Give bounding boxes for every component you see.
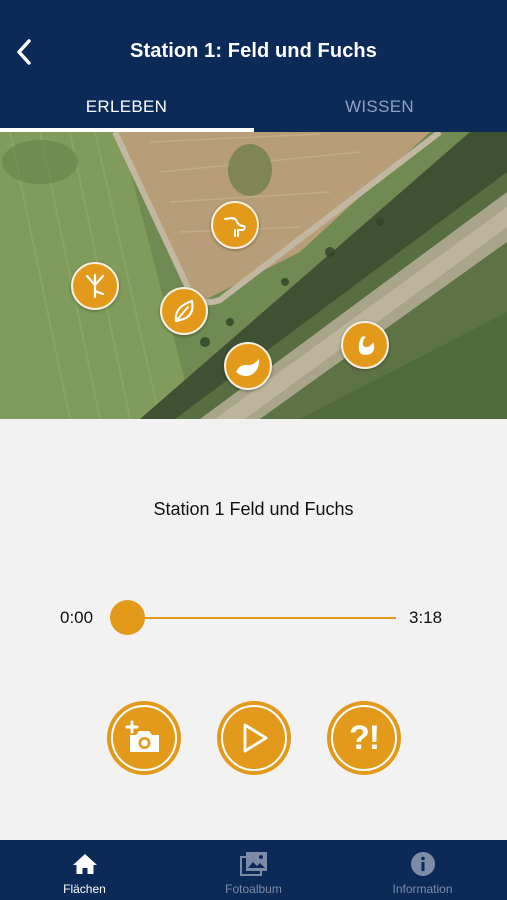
heron-icon bbox=[224, 217, 246, 237]
aerial-map[interactable] bbox=[0, 132, 507, 419]
station-title: Station 1 Feld und Fuchs bbox=[153, 499, 354, 519]
page-title: Station 1: Feld und Fuchs bbox=[130, 40, 377, 62]
quiz-label: ?! bbox=[348, 718, 380, 757]
station-content: Station 1 Feld und Fuchs 0:00 3:18 ?! bbox=[0, 419, 507, 840]
map-marker-swan[interactable] bbox=[341, 321, 389, 369]
play-button[interactable] bbox=[217, 701, 291, 775]
total-duration: 3:18 bbox=[409, 608, 443, 627]
add-photo-button[interactable] bbox=[107, 701, 181, 775]
tabbar-label: Information bbox=[392, 882, 453, 896]
map-marker-heron[interactable] bbox=[211, 201, 259, 249]
tab-erleben[interactable]: ERLEBEN bbox=[0, 82, 253, 132]
map-marker-wave[interactable] bbox=[224, 342, 272, 390]
bird-track-icon bbox=[85, 273, 105, 299]
quiz-button[interactable]: ?! bbox=[327, 701, 401, 775]
audio-progress-track[interactable] bbox=[127, 617, 396, 619]
tabbar-item-flaechen[interactable]: Flächen bbox=[0, 840, 169, 900]
audio-progress-thumb[interactable] bbox=[109, 600, 145, 635]
tabbar-label: Fotoalbum bbox=[225, 882, 282, 896]
tab-bar-top: ERLEBEN WISSEN bbox=[0, 82, 507, 132]
map-marker-bird-track[interactable] bbox=[71, 262, 119, 310]
navigation-bar: Station 1: Feld und Fuchs bbox=[0, 0, 507, 82]
wave-icon bbox=[236, 359, 260, 376]
info-icon bbox=[410, 852, 435, 876]
elapsed-time: 0:00 bbox=[60, 608, 94, 627]
tabbar-item-fotoalbum[interactable]: Fotoalbum bbox=[169, 840, 338, 900]
tab-wissen[interactable]: WISSEN bbox=[253, 82, 506, 132]
home-icon bbox=[72, 854, 97, 874]
bottom-tab-bar: Flächen Fotoalbum Information bbox=[0, 840, 507, 900]
tabbar-label: Flächen bbox=[63, 882, 106, 896]
play-icon bbox=[243, 723, 268, 753]
photo-album-icon bbox=[239, 852, 267, 876]
tabbar-item-information[interactable]: Information bbox=[338, 840, 507, 900]
leaf-icon bbox=[174, 299, 194, 323]
swan-icon bbox=[358, 336, 375, 355]
map-marker-leaf[interactable] bbox=[160, 287, 208, 335]
add-photo-icon bbox=[125, 720, 159, 752]
